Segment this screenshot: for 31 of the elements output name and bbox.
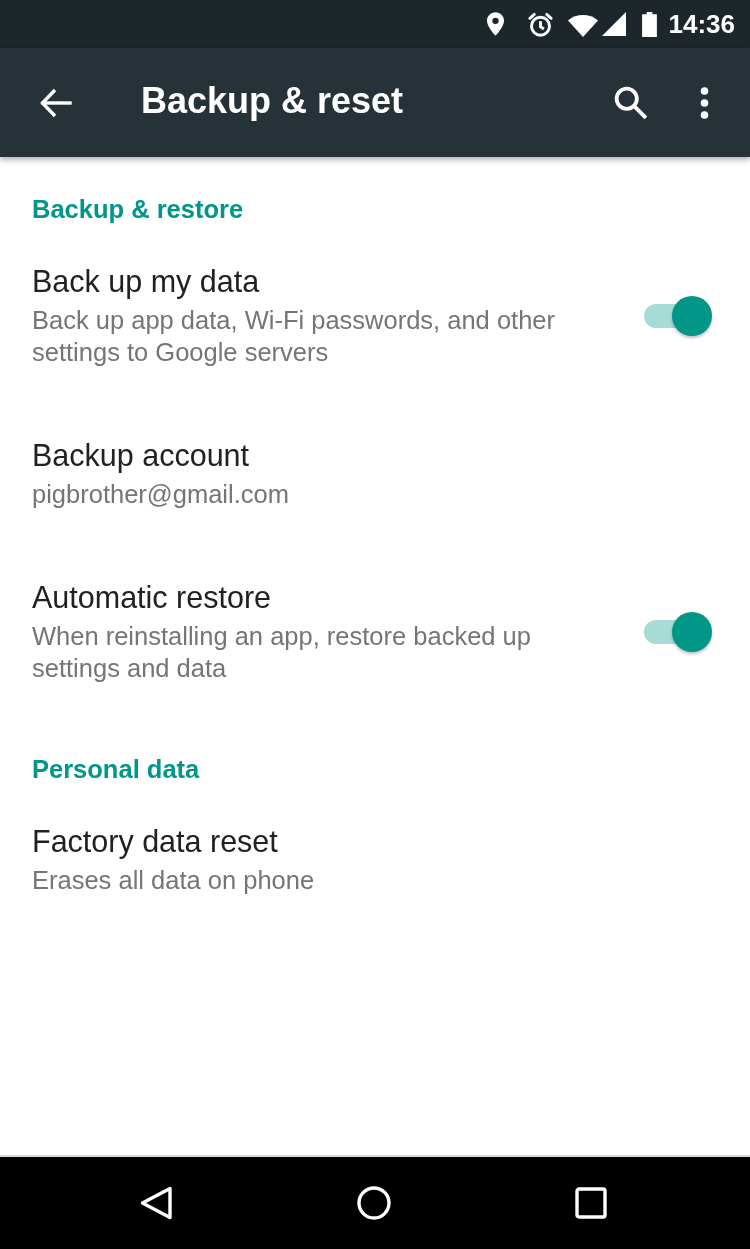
screen-title: Backup & reset	[141, 79, 405, 122]
recents-square-icon[interactable]	[575, 1187, 607, 1219]
home-circle-icon[interactable]	[357, 1186, 391, 1220]
battery-icon	[641, 11, 657, 37]
item-summary: Back up app data, Wi-Fi passwords, and other settings to Google servers	[32, 305, 556, 368]
alarm-clock-icon	[526, 10, 554, 38]
section-header: Backup & restore	[31, 194, 245, 225]
item-title: Factory data reset	[32, 823, 278, 859]
item-summary: When reinstalling an app, restore backed up settings and data	[32, 621, 532, 684]
location-pin-icon	[486, 12, 504, 36]
search-icon	[614, 85, 648, 120]
search-button[interactable]	[614, 85, 648, 120]
settings-item[interactable]: Automatic restore When reinstalling an app, restore backed up settings and data	[0, 543, 750, 717]
toggle-switch[interactable]	[644, 611, 712, 652]
clock-time: 14:36	[668, 8, 735, 40]
back-button[interactable]	[40, 86, 72, 119]
section-header: Personal data	[31, 754, 201, 785]
settings-item[interactable]: Factory data reset Erases all data on phone	[0, 787, 750, 929]
settings-item[interactable]: Back up my data Back up app data, Wi-Fi passwords, and other settings to Google servers	[0, 227, 750, 401]
settings-item[interactable]: Backup account pigbrother@gmail.com	[0, 401, 750, 543]
item-summary: pigbrother@gmail.com	[32, 479, 289, 510]
signal-icon	[601, 12, 626, 36]
item-title: Backup account	[32, 437, 250, 473]
more-vert-icon	[700, 86, 709, 119]
item-summary: Erases all data on phone	[32, 865, 315, 896]
toggle-switch[interactable]	[644, 295, 712, 336]
wifi-icon	[567, 15, 598, 37]
item-title: Back up my data	[32, 263, 260, 299]
more-options-button[interactable]	[700, 86, 709, 119]
item-title: Automatic restore	[32, 579, 271, 615]
back-triangle-icon[interactable]	[139, 1186, 173, 1220]
